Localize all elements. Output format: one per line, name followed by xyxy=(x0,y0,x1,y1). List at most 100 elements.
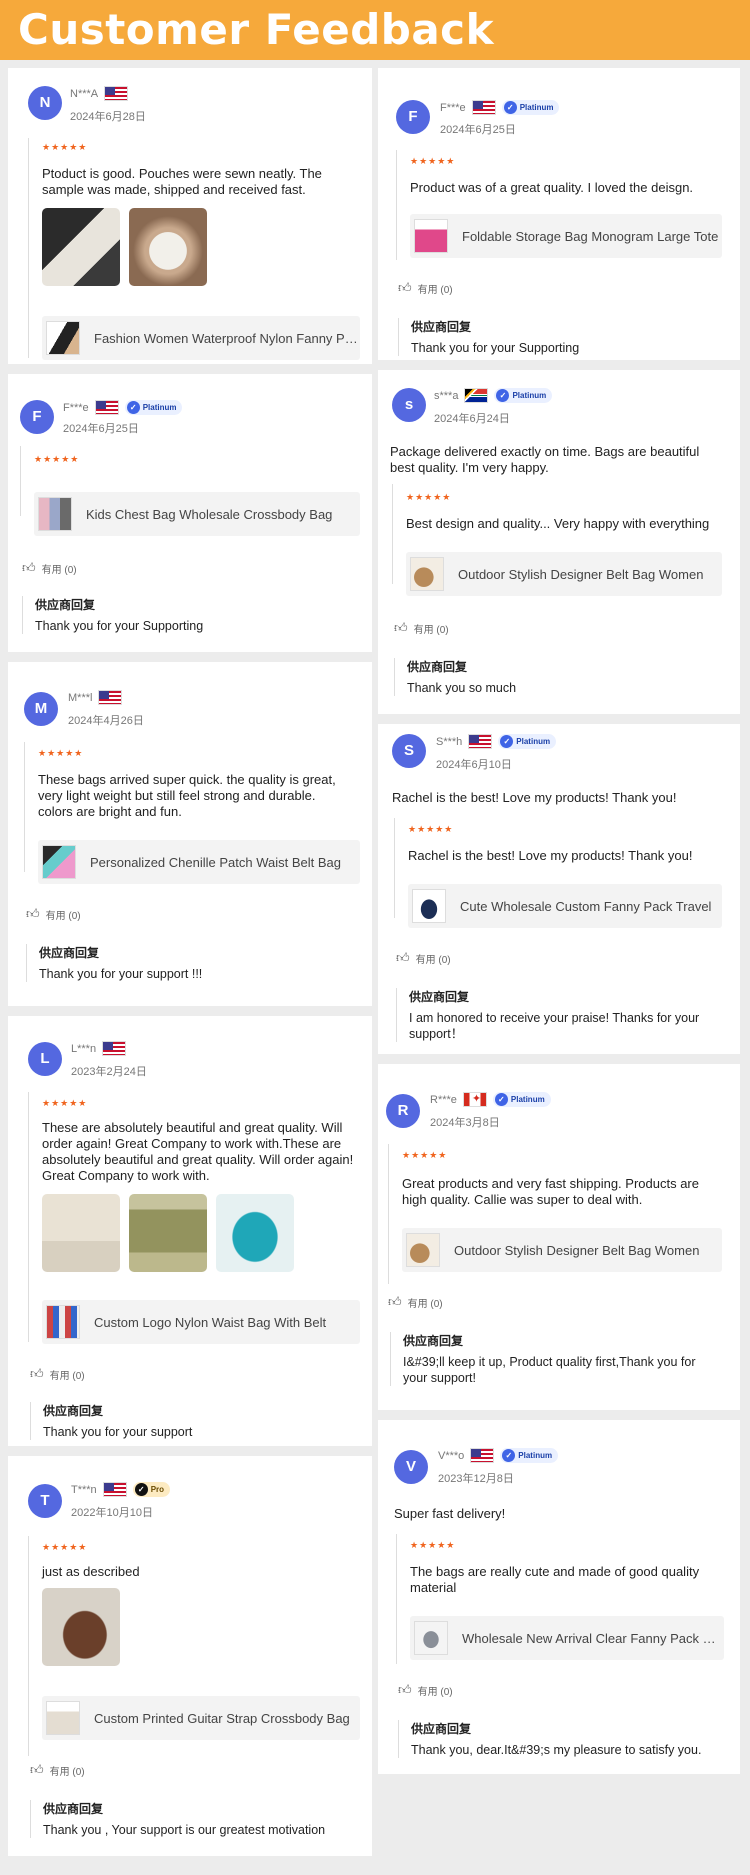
helpful-button[interactable]: 👍︎ 有用 (0) xyxy=(30,1366,85,1382)
helpful-label: 有用 (0) xyxy=(413,624,449,636)
pro-badge: ✓ Pro xyxy=(132,1482,171,1497)
helpful-button[interactable]: 👍︎ 有用 (0) xyxy=(398,1682,453,1698)
platinum-badge: ✓ Platinum xyxy=(124,400,183,415)
product-thumbnail xyxy=(42,845,76,879)
review-lead-text: Package delivered exactly on time. Bags … xyxy=(390,444,700,475)
photo-gallery xyxy=(42,1588,120,1666)
product-link[interactable]: Personalized Chenille Patch Waist Belt B… xyxy=(38,840,360,884)
helpful-label: 有用 (0) xyxy=(49,1766,85,1778)
photo-gallery xyxy=(42,208,207,286)
helpful-button[interactable]: 👍︎ 有用 (0) xyxy=(30,1762,85,1778)
thumbs-up-icon: 👍︎ xyxy=(26,906,40,921)
avatar: s xyxy=(392,388,426,422)
review-card: V V***o ✓ Platinum 2023年12月8日 Super fast … xyxy=(378,1420,740,1774)
verified-check-icon: ✓ xyxy=(134,1483,148,1496)
supplier-reply: 供应商回复 I&#39;ll keep it up, Product quali… xyxy=(390,1332,720,1386)
verified-check-icon: ✓ xyxy=(496,389,510,402)
star-rating: ★★★★★ xyxy=(402,1150,448,1160)
thumbs-up-icon: 👍︎ xyxy=(396,950,410,965)
review-date: 2024年6月10日 xyxy=(436,759,512,771)
helpful-label: 有用 (0) xyxy=(415,954,451,966)
verified-check-icon: ✓ xyxy=(503,101,517,114)
supplier-reply: 供应商回复 Thank you, dear.It&#39;s my pleasu… xyxy=(398,1720,728,1758)
user-name: F***e xyxy=(440,101,466,114)
supplier-reply: 供应商回复 Thank you for your Supporting xyxy=(398,318,728,356)
helpful-button[interactable]: 👍︎ 有用 (0) xyxy=(396,950,451,966)
supplier-reply: 供应商回复 Thank you for your Supporting xyxy=(22,596,352,634)
us-flag-icon xyxy=(104,86,129,101)
platinum-badge: ✓ Platinum xyxy=(492,1092,551,1107)
thumbs-up-icon: 👍︎ xyxy=(398,280,412,295)
review-photo[interactable] xyxy=(42,1588,120,1666)
product-thumbnail xyxy=(46,1305,80,1339)
star-rating: ★★★★★ xyxy=(42,142,88,152)
review-photo[interactable] xyxy=(42,1194,120,1272)
product-link[interactable]: Outdoor Stylish Designer Belt Bag Women xyxy=(402,1228,722,1272)
helpful-label: 有用 (0) xyxy=(417,284,453,296)
product-link[interactable]: Wholesale New Arrival Clear Fanny Pack B… xyxy=(410,1616,724,1660)
platinum-badge: ✓ Platinum xyxy=(498,734,557,749)
review-date: 2023年12月8日 xyxy=(438,1473,514,1485)
product-name: Custom Logo Nylon Waist Bag With Belt xyxy=(94,1314,327,1330)
product-name: Personalized Chenille Patch Waist Belt B… xyxy=(90,854,341,870)
supplier-reply: 供应商回复 Thank you so much xyxy=(394,658,724,696)
review-text: Ptoduct is good. Pouches were sewn neatl… xyxy=(42,166,322,197)
reply-text: Thank you so much xyxy=(407,681,517,695)
thumbs-up-icon: 👍︎ xyxy=(30,1762,44,1777)
helpful-button[interactable]: 👍︎ 有用 (0) xyxy=(26,906,81,922)
reply-title: 供应商回复 xyxy=(43,1802,104,1816)
avatar: L xyxy=(28,1042,62,1076)
product-name: Kids Chest Bag Wholesale Crossbody Bag xyxy=(86,506,333,522)
user-name: R***e xyxy=(430,1093,457,1106)
review-text: These are absolutely beautiful and great… xyxy=(42,1120,354,1183)
product-link[interactable]: Kids Chest Bag Wholesale Crossbody Bag xyxy=(34,492,360,536)
us-flag-icon xyxy=(98,690,123,705)
product-thumbnail xyxy=(46,321,80,355)
product-link[interactable]: Fashion Women Waterproof Nylon Fanny Pac… xyxy=(42,316,360,360)
star-rating: ★★★★★ xyxy=(410,156,456,166)
helpful-button[interactable]: 👍︎ 有用 (0) xyxy=(388,1294,443,1310)
review-text: The bags are really cute and made of goo… xyxy=(410,1564,700,1595)
reply-text: Thank you for your support xyxy=(43,1425,193,1439)
helpful-button[interactable]: 👍︎ 有用 (0) xyxy=(22,560,77,576)
platinum-badge: ✓ Platinum xyxy=(501,100,560,115)
product-thumbnail xyxy=(46,1701,80,1735)
review-photo[interactable] xyxy=(216,1194,294,1272)
helpful-button[interactable]: 👍︎ 有用 (0) xyxy=(398,280,453,296)
product-thumbnail xyxy=(410,557,444,591)
product-link[interactable]: Custom Logo Nylon Waist Bag With Belt xyxy=(42,1300,360,1344)
thumbs-up-icon: 👍︎ xyxy=(30,1366,44,1381)
product-link[interactable]: Cute Wholesale Custom Fanny Pack Travel xyxy=(408,884,722,928)
product-name: Fashion Women Waterproof Nylon Fanny Pac… xyxy=(94,330,360,346)
review-lead-text: Super fast delivery! xyxy=(394,1506,506,1521)
page-header: Customer Feedback xyxy=(0,0,750,60)
us-flag-icon xyxy=(471,100,496,115)
review-card: T T***n ✓ Pro 2022年10月10日 ★★★★★ just as d… xyxy=(8,1456,372,1856)
product-link[interactable]: Custom Printed Guitar Strap Crossbody Ba… xyxy=(42,1696,360,1740)
product-thumbnail xyxy=(38,497,72,531)
reply-text: Thank you, dear.It&#39;s my pleasure to … xyxy=(411,1743,702,1757)
reply-text: Thank you for your Supporting xyxy=(411,341,580,355)
product-thumbnail xyxy=(406,1233,440,1267)
review-photo[interactable] xyxy=(129,1194,207,1272)
product-name: Foldable Storage Bag Monogram Large Tote xyxy=(462,228,719,244)
thumbs-up-icon: 👍︎ xyxy=(398,1682,412,1697)
product-thumbnail xyxy=(414,1621,448,1655)
product-link[interactable]: Outdoor Stylish Designer Belt Bag Women xyxy=(406,552,722,596)
helpful-button[interactable]: 👍︎ 有用 (0) xyxy=(394,620,449,636)
product-link[interactable]: Foldable Storage Bag Monogram Large Tote xyxy=(410,214,722,258)
review-card: L L***n 2023年2月24日 ★★★★★ These are absol… xyxy=(8,1016,372,1446)
supplier-reply: 供应商回复 Thank you for your support !!! xyxy=(26,944,356,982)
verified-check-icon: ✓ xyxy=(502,1449,516,1462)
review-photo[interactable] xyxy=(42,208,120,286)
reply-title: 供应商回复 xyxy=(43,1404,104,1418)
us-flag-icon xyxy=(102,1041,127,1056)
review-date: 2024年6月25日 xyxy=(63,423,139,435)
thumbs-up-icon: 👍︎ xyxy=(22,560,36,575)
avatar: V xyxy=(394,1450,428,1484)
thumbs-up-icon: 👍︎ xyxy=(388,1294,402,1309)
platinum-badge: ✓ Platinum xyxy=(500,1448,559,1463)
review-text: Best design and quality... Very happy wi… xyxy=(406,516,710,531)
review-photo[interactable] xyxy=(129,208,207,286)
review-text: just as described xyxy=(42,1564,140,1579)
